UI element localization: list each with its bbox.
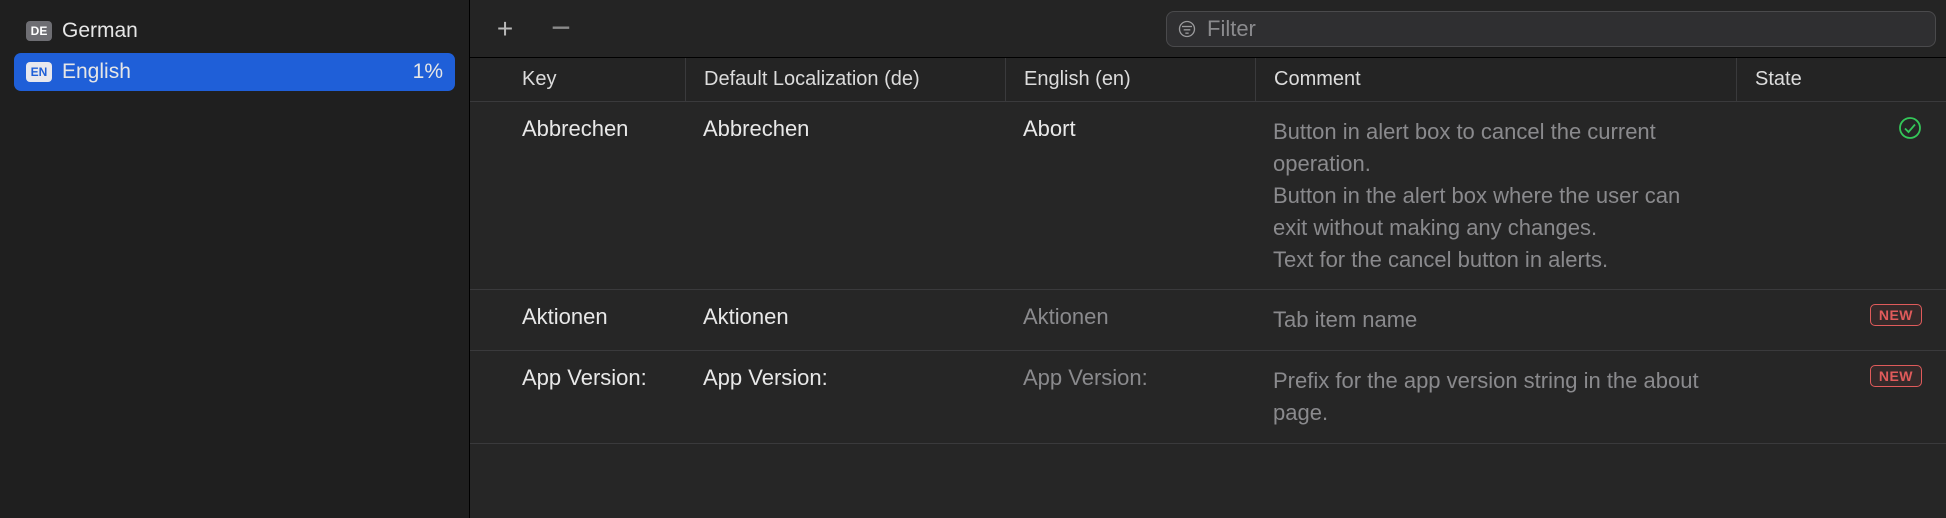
cell-comment: Button in alert box to cancel the curren…	[1255, 116, 1736, 275]
new-badge: NEW	[1870, 365, 1922, 387]
cell-english[interactable]: Aktionen	[1005, 304, 1255, 336]
cell-english[interactable]: App Version:	[1005, 365, 1255, 429]
remove-button[interactable]: −	[542, 10, 580, 48]
filter-field[interactable]	[1166, 11, 1936, 47]
column-header-key[interactable]: Key	[470, 58, 685, 101]
checkmark-circle-icon	[1898, 116, 1922, 140]
sidebar-item-german[interactable]: DE German	[14, 12, 455, 50]
column-header-state[interactable]: State	[1736, 58, 1946, 101]
sidebar-item-label: German	[62, 19, 443, 43]
app-root: DE German EN English 1% + −	[0, 0, 1946, 518]
language-badge-icon: EN	[26, 62, 52, 82]
sidebar-item-label: English	[62, 60, 413, 84]
new-badge: NEW	[1870, 304, 1922, 326]
main-panel: + − Key Default Localizati	[470, 0, 1946, 518]
cell-state: NEW	[1736, 304, 1946, 336]
cell-comment: Tab item name	[1255, 304, 1736, 336]
cell-state	[1736, 116, 1946, 275]
cell-english[interactable]: Abort	[1005, 116, 1255, 275]
table-row[interactable]: App Version: App Version: App Version: P…	[470, 351, 1946, 444]
sidebar-item-english[interactable]: EN English 1%	[14, 53, 455, 91]
table-header: Key Default Localization (de) English (e…	[470, 58, 1946, 102]
column-header-english[interactable]: English (en)	[1005, 58, 1255, 101]
language-badge-icon: DE	[26, 21, 52, 41]
table-row[interactable]: Abbrechen Abbrechen Abort Button in aler…	[470, 102, 1946, 290]
column-header-default[interactable]: Default Localization (de)	[685, 58, 1005, 101]
cell-state: NEW	[1736, 365, 1946, 429]
cell-default: Abbrechen	[685, 116, 1005, 275]
add-button[interactable]: +	[486, 10, 524, 48]
column-header-comment[interactable]: Comment	[1255, 58, 1736, 101]
cell-default: App Version:	[685, 365, 1005, 429]
toolbar: + −	[470, 0, 1946, 58]
filter-input[interactable]	[1207, 16, 1925, 42]
sidebar-item-progress: 1%	[413, 60, 443, 84]
minus-icon: −	[551, 9, 571, 48]
table-row[interactable]: Aktionen Aktionen Aktionen Tab item name…	[470, 290, 1946, 351]
cell-key: Abbrechen	[470, 116, 685, 275]
table-body[interactable]: Abbrechen Abbrechen Abort Button in aler…	[470, 102, 1946, 518]
cell-key: Aktionen	[470, 304, 685, 336]
cell-default: Aktionen	[685, 304, 1005, 336]
cell-comment: Prefix for the app version string in the…	[1255, 365, 1736, 429]
filter-icon	[1177, 19, 1197, 39]
language-sidebar: DE German EN English 1%	[0, 0, 470, 518]
plus-icon: +	[497, 13, 513, 45]
cell-key: App Version:	[470, 365, 685, 429]
